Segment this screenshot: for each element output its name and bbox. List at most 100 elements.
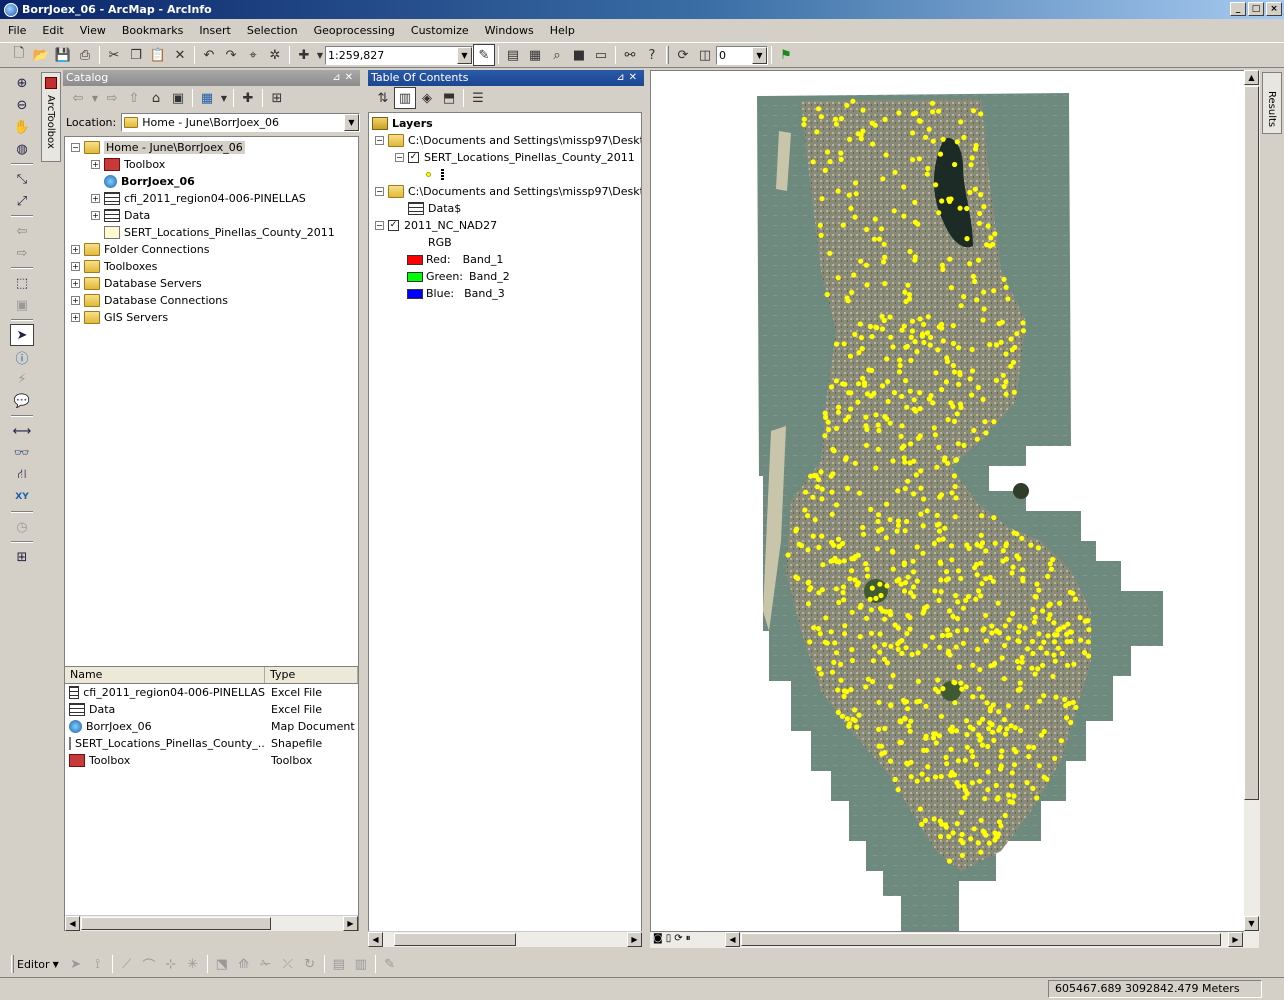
sert-point[interactable] (883, 152, 889, 158)
sert-point[interactable] (920, 550, 926, 556)
sert-point[interactable] (974, 297, 980, 303)
sert-point[interactable] (885, 379, 891, 385)
sert-point[interactable] (907, 388, 913, 394)
sert-point[interactable] (1016, 665, 1022, 671)
sert-point[interactable] (826, 427, 832, 433)
sert-point[interactable] (815, 625, 822, 632)
sert-point[interactable] (945, 650, 951, 656)
sert-point[interactable] (1000, 548, 1006, 554)
menu-selection[interactable]: Selection (239, 22, 306, 40)
edit-tool-icon[interactable]: ➤ (65, 953, 87, 975)
sert-point[interactable] (904, 404, 910, 410)
sert-point[interactable] (1078, 637, 1084, 643)
sert-point[interactable] (1063, 703, 1069, 709)
sert-point[interactable] (974, 541, 980, 548)
sert-point[interactable] (838, 677, 844, 683)
sert-point[interactable] (1045, 573, 1051, 579)
sert-point[interactable] (829, 669, 836, 675)
sert-point[interactable] (839, 713, 845, 719)
sert-point[interactable] (843, 455, 849, 461)
arctoolbox-window-icon[interactable]: ■ (568, 44, 590, 66)
sert-point[interactable] (1002, 812, 1008, 819)
list-item[interactable]: cfi_2011_region04-006-PINELLAS Excel Fil… (65, 684, 358, 701)
sert-point[interactable] (1002, 642, 1008, 649)
sert-point[interactable] (898, 719, 904, 725)
sert-point[interactable] (927, 342, 933, 348)
sert-point[interactable] (1029, 638, 1035, 645)
sert-point[interactable] (940, 686, 946, 692)
sert-point[interactable] (844, 689, 850, 695)
sert-point[interactable] (785, 552, 791, 558)
toc-layer-raster[interactable]: − ✓ 2011_NC_NAD27 (375, 217, 497, 234)
sert-point[interactable] (894, 578, 900, 584)
sert-point[interactable] (1011, 389, 1017, 395)
sert-point[interactable] (939, 821, 945, 827)
scroll-thumb[interactable] (394, 933, 516, 946)
sert-point[interactable] (985, 787, 991, 793)
sert-point[interactable] (863, 414, 869, 420)
menu-file[interactable]: File (0, 22, 34, 40)
sert-point[interactable] (815, 476, 822, 483)
sert-point[interactable] (847, 136, 853, 142)
sert-point[interactable] (958, 575, 964, 582)
sert-point[interactable] (994, 628, 1000, 634)
sert-point[interactable] (925, 314, 931, 320)
sert-point[interactable] (954, 628, 961, 634)
sert-point[interactable] (947, 727, 953, 733)
sert-point[interactable] (852, 180, 859, 186)
sert-point[interactable] (1068, 719, 1074, 726)
sert-point[interactable] (902, 289, 908, 295)
sert-point[interactable] (908, 718, 914, 724)
sert-point[interactable] (844, 295, 850, 301)
sert-point[interactable] (959, 809, 965, 816)
sert-point[interactable] (857, 490, 863, 496)
sert-point[interactable] (852, 460, 858, 466)
sert-point[interactable] (1057, 626, 1063, 632)
sert-point[interactable] (830, 471, 836, 477)
layout-view-icon[interactable]: ▯ (666, 933, 672, 944)
home-icon[interactable]: ⌂ (145, 87, 167, 109)
sert-point[interactable] (902, 528, 908, 534)
sert-point[interactable] (976, 257, 982, 263)
sert-point[interactable] (964, 542, 970, 548)
sert-point[interactable] (923, 735, 929, 741)
sert-point[interactable] (879, 526, 885, 532)
sert-point[interactable] (1036, 763, 1042, 769)
toc-options-icon[interactable]: ☰ (467, 87, 489, 109)
straight-segment-icon[interactable]: ⟋ (116, 953, 138, 975)
sert-point[interactable] (835, 188, 841, 194)
sert-point[interactable] (872, 122, 878, 128)
sert-point[interactable] (981, 204, 987, 210)
sert-point[interactable] (968, 162, 974, 168)
tree-item-cfi[interactable]: + cfi_2011_region04-006-PINELLAS (91, 190, 306, 207)
sert-point[interactable] (1020, 575, 1026, 581)
sert-point[interactable] (1003, 543, 1009, 549)
sert-point[interactable] (1022, 625, 1028, 631)
hyperlink-icon[interactable]: ⚡ (10, 368, 34, 390)
sert-point[interactable] (852, 214, 858, 220)
sert-point[interactable] (1009, 570, 1015, 576)
sert-point[interactable] (832, 116, 839, 122)
sert-point[interactable] (1040, 662, 1046, 669)
sert-point[interactable] (1050, 673, 1056, 680)
sert-point[interactable] (846, 390, 852, 396)
sert-point[interactable] (878, 226, 885, 232)
sert-point[interactable] (871, 390, 877, 397)
sert-point[interactable] (981, 626, 987, 632)
sert-point[interactable] (892, 776, 898, 783)
sert-point[interactable] (1059, 650, 1065, 657)
sert-point[interactable] (981, 829, 987, 835)
sert-point[interactable] (979, 581, 985, 587)
sert-point[interactable] (857, 634, 863, 640)
sert-point[interactable] (903, 298, 909, 305)
sert-point[interactable] (993, 377, 999, 383)
toc-table-data[interactable]: Data$ (408, 200, 461, 217)
sert-point[interactable] (975, 840, 981, 846)
sert-point[interactable] (978, 192, 984, 198)
sert-point[interactable] (944, 569, 950, 575)
sert-point[interactable] (916, 156, 922, 162)
sert-point[interactable] (952, 680, 958, 686)
save-icon[interactable]: 💾 (52, 44, 74, 66)
sert-point[interactable] (1064, 715, 1070, 721)
sert-point[interactable] (899, 423, 905, 429)
